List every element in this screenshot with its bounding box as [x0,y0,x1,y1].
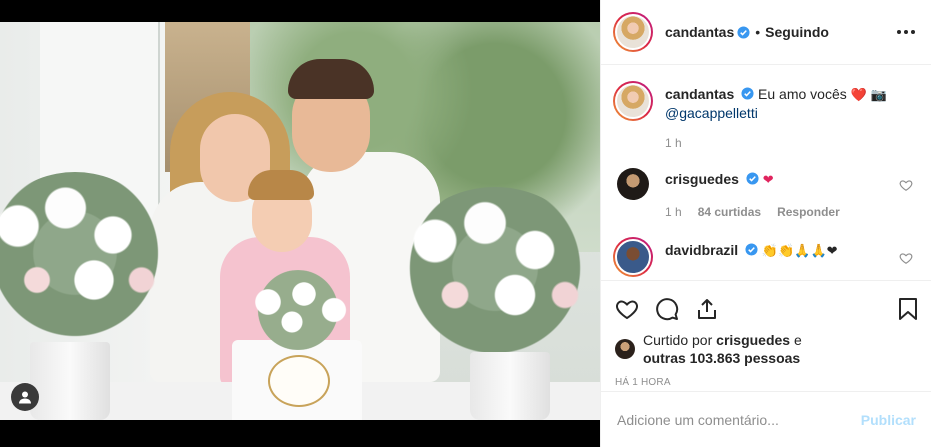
comment-meta: 1 h 84 curtidas Responder [665,203,915,221]
header-separator: • [755,24,761,40]
boy-hair [248,170,314,200]
user-tag-icon [19,391,31,404]
commenter-avatar[interactable] [617,168,649,200]
share-icon[interactable] [695,297,719,321]
likes-prefix: Curtido por [643,332,713,348]
caption-meta: 1 h [665,134,915,152]
caption-body: candantas Eu amo vocês ❤️ 📷 @gacappellet… [665,81,915,152]
comment-item: crisguedes ❤ 1 h 84 curtidas Responder [613,168,915,221]
caption-comment: candantas Eu amo vocês ❤️ 📷 @gacappellet… [613,81,915,152]
comment-body: davidbrazil 👏👏🙏🙏❤ [665,237,915,277]
author-username[interactable]: candantas [665,24,734,40]
publish-button[interactable]: Publicar [861,412,916,428]
commenter-avatar[interactable] [613,237,653,277]
comment-time[interactable]: 1 h [665,203,682,221]
caption-emojis: ❤️ 📷 [850,87,887,102]
family-photo-image [0,22,600,420]
caption-username[interactable]: candantas [665,86,734,102]
likes-text: Curtido por crisguedes e outras 103.863 … [643,331,802,367]
caption-avatar[interactable] [613,81,653,121]
comments-list: candantas Eu amo vocês ❤️ 📷 @gacappellet… [601,65,931,280]
author-avatar[interactable] [613,12,653,52]
likes-summary: Curtido por crisguedes e outras 103.863 … [615,331,920,367]
verified-badge-icon [737,25,750,39]
verified-badge-icon [745,243,758,256]
comment-item: davidbrazil 👏👏🙏🙏❤ [613,237,915,277]
post-time-ago[interactable]: HÁ 1 HORA [615,377,920,388]
add-comment-bar: Publicar [601,391,931,447]
post-side-panel: candantas • Seguindo candantas Eu amo vo… [600,0,931,447]
commenter-username[interactable]: crisguedes [665,171,739,187]
post-actions: Curtido por crisguedes e outras 103.863 … [601,280,931,388]
author-info: candantas • Seguindo [665,24,829,40]
comment-likes[interactable]: 84 curtidas [698,203,761,221]
follow-status-button[interactable]: Seguindo [765,24,829,40]
verified-badge-icon [741,87,754,100]
comment-emojis: 👏👏🙏🙏❤ [761,243,838,258]
cake-plaque [268,355,330,407]
likes-user-link[interactable]: crisguedes [716,332,790,348]
reply-button[interactable]: Responder [777,203,840,221]
user-tag-button[interactable] [11,383,39,411]
like-icon[interactable] [615,297,639,321]
comment-input[interactable] [617,411,861,428]
cake-flowers [238,270,358,350]
man-hair [288,59,374,99]
post-photo[interactable] [0,0,600,447]
likes-conjunction: e [793,332,802,348]
likes-others-link[interactable]: outras 103.863 pessoas [643,350,800,366]
save-icon[interactable] [896,297,920,321]
right-vase [470,352,550,420]
commenter-username[interactable]: davidbrazil [665,242,738,258]
caption-mention-link[interactable]: @gacappelletti [665,105,758,121]
liker-avatar[interactable] [615,339,635,359]
action-icons [615,289,920,329]
comment-body: crisguedes ❤ 1 h 84 curtidas Responder [665,168,915,221]
post-header: candantas • Seguindo [601,0,931,65]
comment-like-icon[interactable] [899,178,913,192]
left-vase [30,342,110,420]
caption-text: Eu amo vocês [758,86,847,102]
comment-emojis: ❤ [762,172,774,187]
more-options-icon[interactable] [897,30,915,34]
right-bouquet [395,187,595,367]
verified-badge-icon [746,172,759,185]
comment-like-icon[interactable] [899,251,913,265]
comment-icon[interactable] [655,297,679,321]
caption-time[interactable]: 1 h [665,134,682,152]
